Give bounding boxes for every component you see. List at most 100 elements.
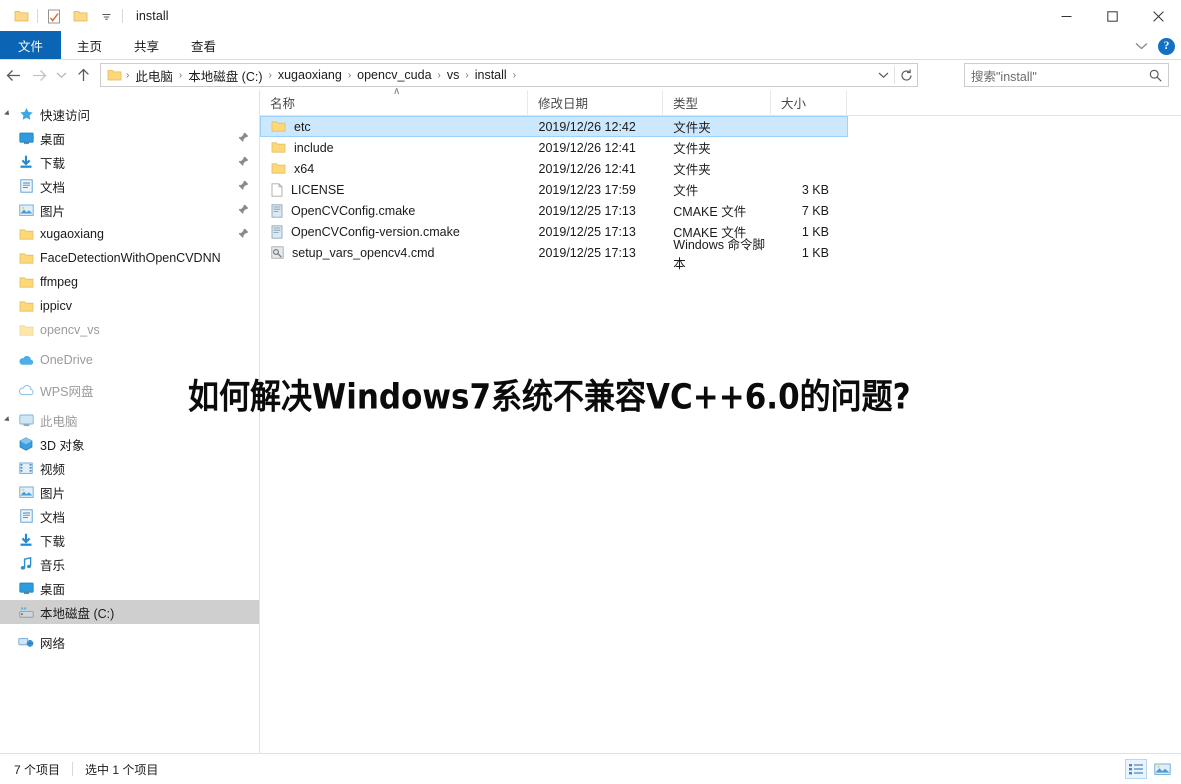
star-icon [16, 107, 36, 122]
sidebar-item-xugaoxiang[interactable]: xugaoxiang [0, 222, 259, 246]
file-size: 1 KB [801, 224, 829, 239]
address-dropdown-icon[interactable] [872, 64, 894, 86]
table-row[interactable]: etc 2019/12/26 12:42 文件夹 [260, 116, 848, 137]
tab-share[interactable]: 共享 [118, 31, 175, 59]
minimize-button[interactable] [1043, 0, 1089, 32]
sidebar-item-ffmpeg[interactable]: ffmpeg [0, 270, 259, 294]
sidebar-item-local-disk-c[interactable]: 本地磁盘 (C:) [0, 600, 259, 624]
sidebar-item-facedetectionwithopencvdnn[interactable]: FaceDetectionWithOpenCVDNN [0, 246, 259, 270]
search-box[interactable]: 搜索"install" [964, 63, 1169, 87]
main-body: 快速访问 桌面 下载 文档 图片 xugaoxiang FaceDetectio… [0, 86, 1181, 753]
maximize-button[interactable] [1089, 0, 1135, 32]
nav-group-this-pc: 此电脑 3D 对象 视频 图片 文档 下载 音乐 桌面 本地磁盘 (C:) [0, 408, 259, 624]
properties-icon[interactable] [41, 4, 67, 28]
back-button[interactable] [0, 62, 26, 88]
sidebar-header-quick-access[interactable]: 快速访问 [0, 102, 259, 126]
pin-icon[interactable] [238, 132, 249, 143]
sidebar-item-downloads[interactable]: 下载 [0, 150, 259, 174]
breadcrumb-bar[interactable]: › 此电脑 › 本地磁盘 (C:) › xugaoxiang › opencv_… [100, 63, 918, 87]
help-icon[interactable]: ? [1158, 37, 1175, 55]
chevron-down-icon[interactable] [0, 110, 16, 118]
breadcrumb-separator[interactable]: › [177, 70, 184, 81]
tab-home[interactable]: 主页 [61, 31, 118, 59]
forward-button[interactable] [26, 62, 52, 88]
qat-separator-2 [122, 9, 123, 23]
sidebar-item-ippicv[interactable]: ippicv [0, 294, 259, 318]
pin-icon[interactable] [238, 228, 249, 239]
breadcrumb-separator[interactable]: › [511, 70, 518, 81]
chevron-down-icon[interactable] [1135, 42, 1148, 51]
file-type: Windows 命令脚本 [673, 237, 765, 271]
sidebar-item-label: 桌面 [40, 132, 66, 147]
sidebar-item-3d-objects[interactable]: 3D 对象 [0, 432, 259, 456]
documents-icon [16, 179, 36, 193]
breadcrumb-separator[interactable]: › [463, 70, 470, 81]
pin-icon[interactable] [238, 180, 249, 191]
recent-locations-button[interactable] [52, 62, 70, 88]
customize-qat-icon[interactable] [93, 4, 119, 28]
breadcrumb-separator[interactable]: › [436, 70, 443, 81]
file-name: LICENSE [291, 182, 345, 197]
desktop-icon [16, 132, 36, 145]
up-button[interactable] [70, 62, 96, 88]
breadcrumb-separator[interactable]: › [124, 70, 131, 81]
sidebar-item-label: opencv_vs [40, 323, 100, 337]
breadcrumb-item-3[interactable]: opencv_cuda [353, 68, 435, 82]
table-row[interactable]: OpenCVConfig.cmake 2019/12/25 17:13 CMAK… [260, 200, 848, 221]
sidebar-item-network[interactable]: 网络 [0, 630, 259, 654]
column-header-type[interactable]: 类型 [663, 89, 771, 116]
file-date: 2019/12/23 17:59 [538, 182, 636, 197]
sidebar-item-desktop[interactable]: 桌面 [0, 126, 259, 150]
chevron-down-icon[interactable] [0, 416, 16, 424]
sidebar-item-pictures-pc[interactable]: 图片 [0, 480, 259, 504]
pin-icon[interactable] [238, 204, 249, 215]
breadcrumb-item-5[interactable]: install [471, 68, 511, 82]
breadcrumb-item-2[interactable]: xugaoxiang [274, 68, 346, 82]
new-folder-icon[interactable] [67, 4, 93, 28]
table-row[interactable]: include 2019/12/26 12:41 文件夹 [260, 137, 848, 158]
file-name-cell: OpenCVConfig.cmake [261, 204, 529, 218]
navigation-pane[interactable]: 快速访问 桌面 下载 文档 图片 xugaoxiang FaceDetectio… [0, 90, 260, 753]
file-type: 文件夹 [673, 142, 711, 156]
close-button[interactable] [1135, 0, 1181, 32]
folder-icon [16, 300, 36, 313]
breadcrumb-item-0[interactable]: 此电脑 [131, 66, 177, 85]
sidebar-item-videos[interactable]: 视频 [0, 456, 259, 480]
status-divider [72, 762, 74, 776]
sidebar-item-label: 此电脑 [40, 414, 78, 429]
pin-icon[interactable] [238, 156, 249, 167]
breadcrumb-separator[interactable]: › [267, 70, 274, 81]
tab-view[interactable]: 查看 [175, 31, 232, 59]
breadcrumb-item-1[interactable]: 本地磁盘 (C:) [184, 66, 266, 85]
folder-icon [271, 141, 286, 154]
sidebar-item-pictures[interactable]: 图片 [0, 198, 259, 222]
table-row[interactable]: x64 2019/12/26 12:41 文件夹 [260, 158, 848, 179]
title-bar: install [0, 0, 1181, 32]
file-type: CMAKE 文件 [673, 205, 747, 219]
sidebar-item-downloads-pc[interactable]: 下载 [0, 528, 259, 552]
search-input[interactable]: 搜索"install" [971, 66, 1149, 85]
column-header-name[interactable]: 名称 ∧ [260, 86, 528, 116]
details-view-button[interactable] [1125, 759, 1147, 779]
refresh-icon[interactable] [895, 64, 917, 86]
folder-icon[interactable] [8, 4, 34, 28]
sidebar-item-label: 3D 对象 [40, 438, 85, 453]
breadcrumb-item-4[interactable]: vs [443, 68, 464, 82]
sidebar-item-documents-pc[interactable]: 文档 [0, 504, 259, 528]
sidebar-item-label: 文档 [40, 180, 66, 195]
file-list-pane[interactable]: 名称 ∧ 修改日期 类型 大小 etc 2019/12/26 12:42 文件夹… [260, 86, 1181, 753]
table-row[interactable]: setup_vars_opencv4.cmd 2019/12/25 17:13 … [260, 238, 848, 271]
qat-separator [37, 9, 38, 23]
large-icons-view-button[interactable] [1151, 759, 1173, 779]
sidebar-item-music[interactable]: 音乐 [0, 552, 259, 576]
tab-file[interactable]: 文件 [0, 31, 62, 59]
column-header-size[interactable]: 大小 [771, 89, 847, 116]
sidebar-item-desktop-pc[interactable]: 桌面 [0, 576, 259, 600]
search-icon[interactable] [1149, 69, 1162, 82]
column-header-date[interactable]: 修改日期 [528, 89, 663, 116]
file-rows: etc 2019/12/26 12:42 文件夹 include 2019/12… [260, 116, 1181, 271]
sidebar-item-documents[interactable]: 文档 [0, 174, 259, 198]
table-row[interactable]: LICENSE 2019/12/23 17:59 文件 3 KB [260, 179, 848, 200]
breadcrumb-separator[interactable]: › [346, 70, 353, 81]
sidebar-item-opencv-vs[interactable]: opencv_vs [0, 318, 259, 342]
